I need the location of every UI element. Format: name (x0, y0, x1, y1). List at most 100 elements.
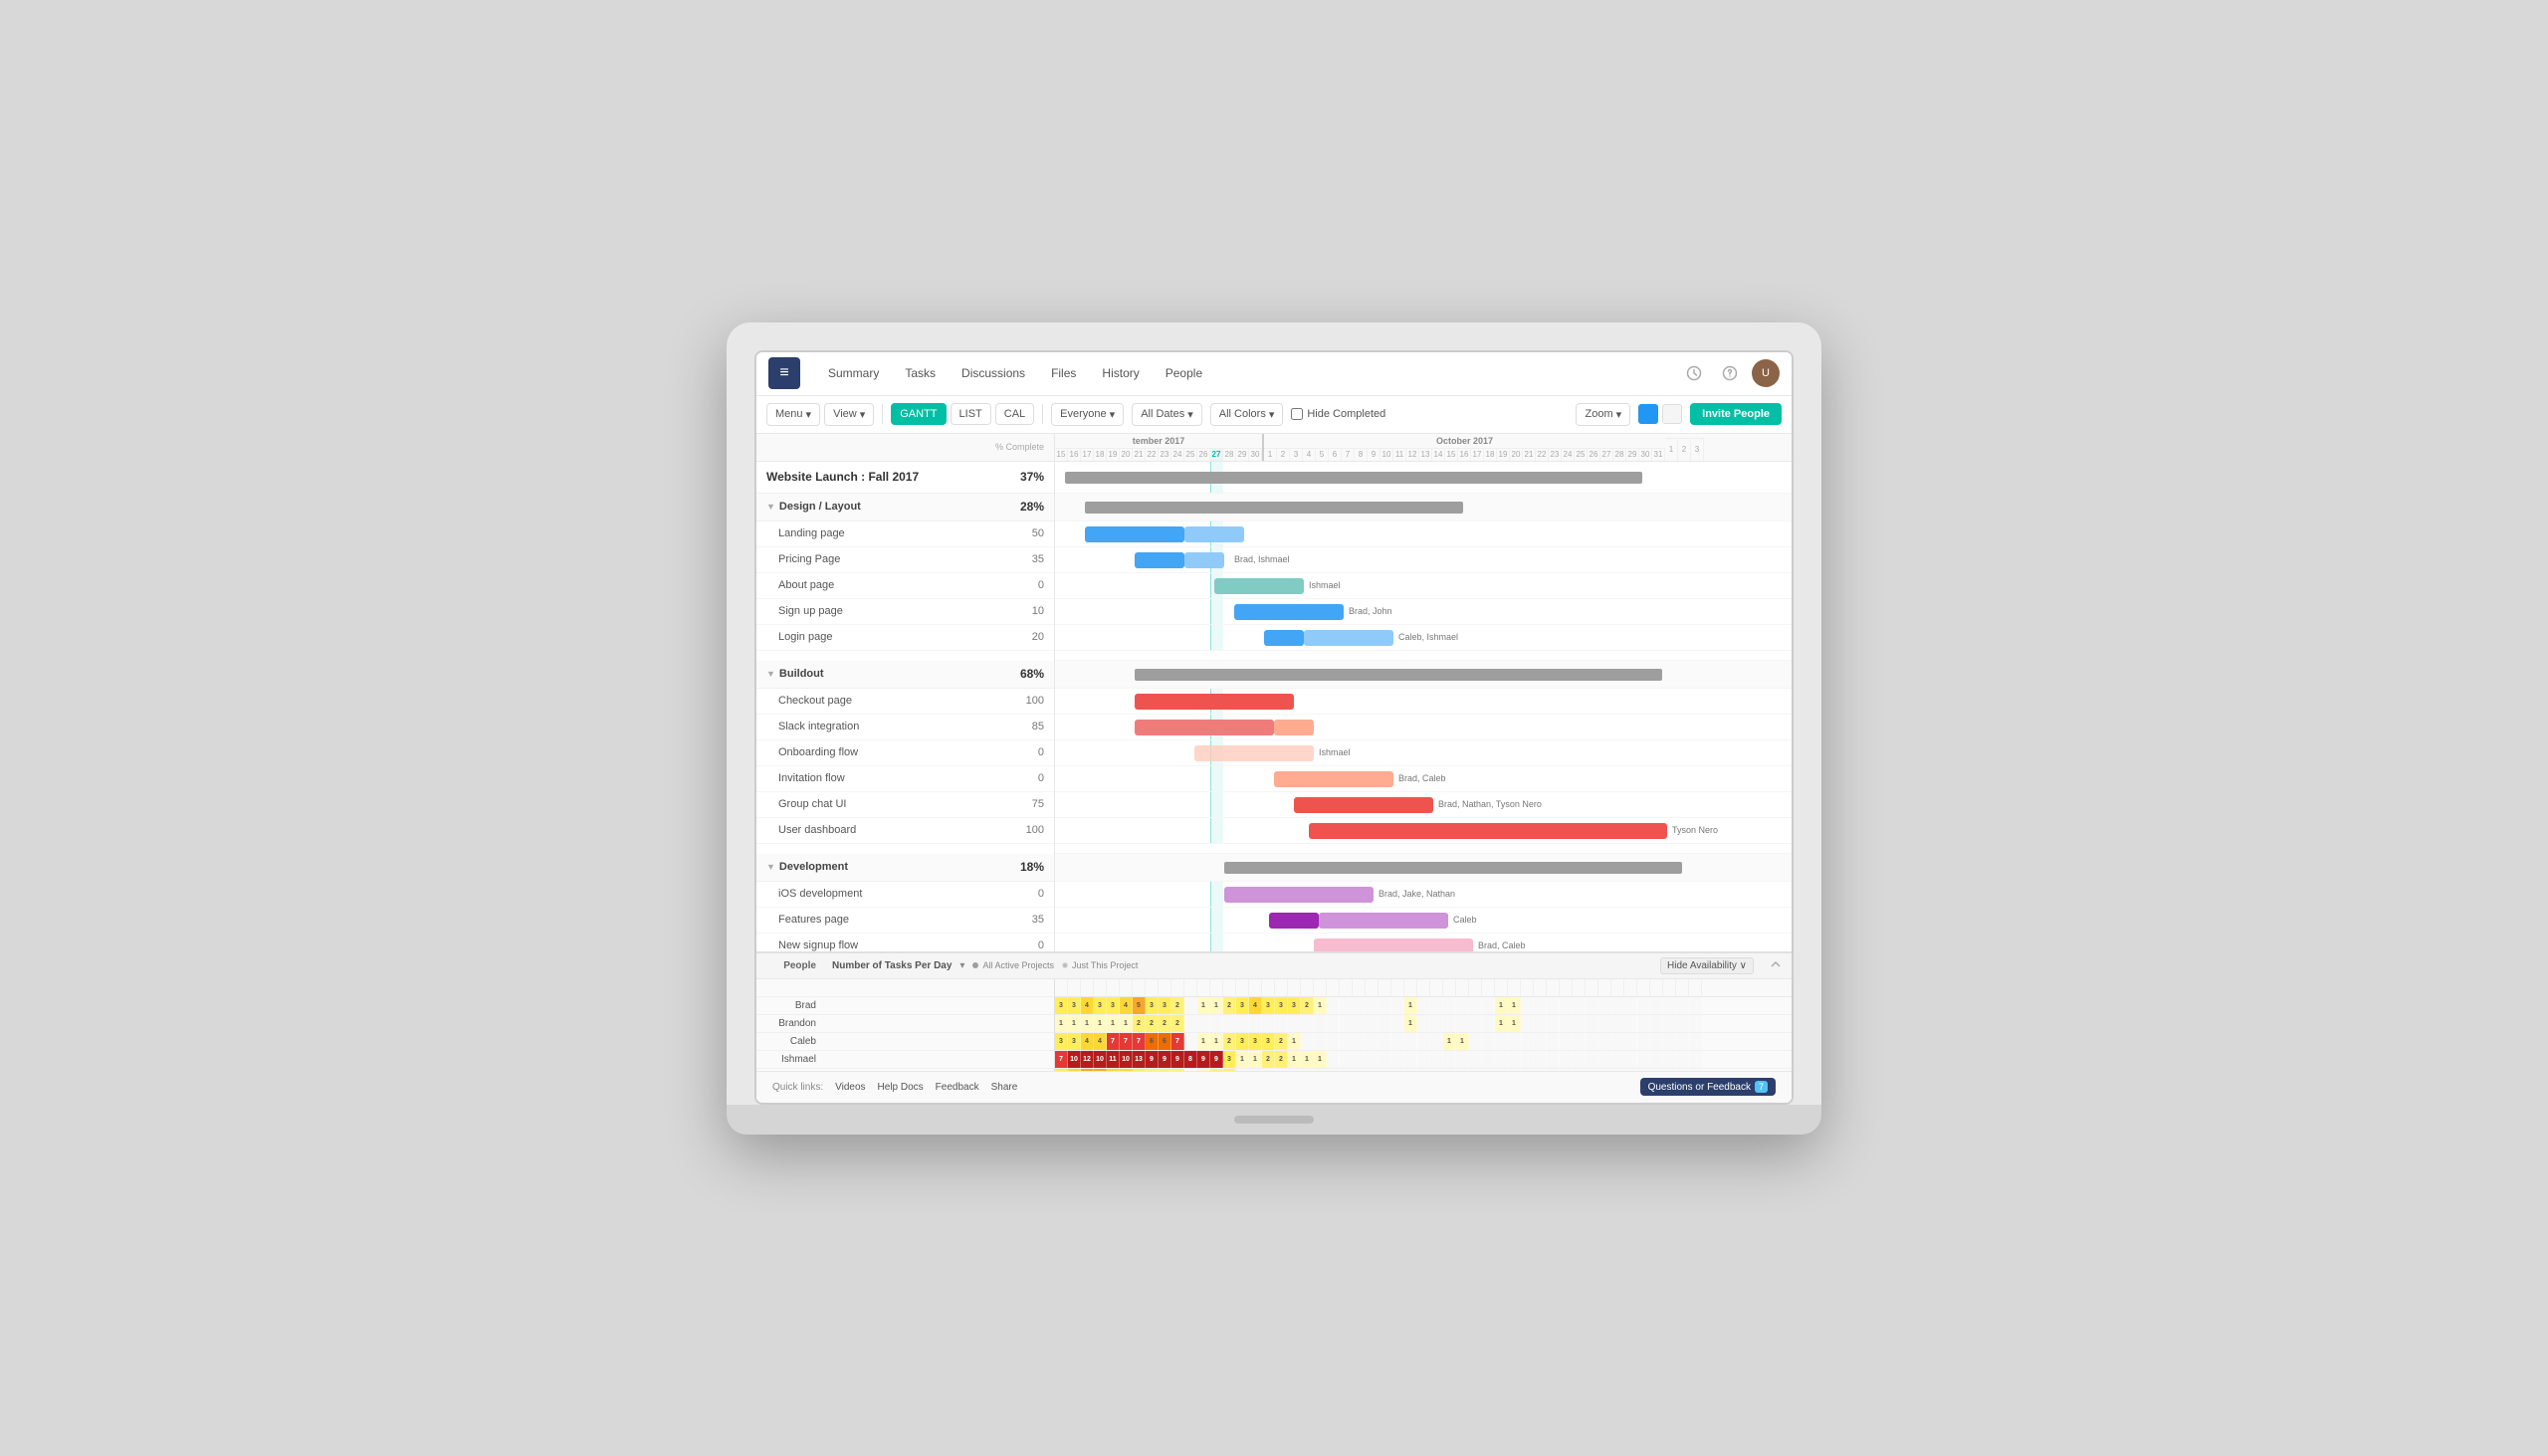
pricing-bar[interactable] (1135, 552, 1184, 568)
login-bar-remaining[interactable] (1304, 630, 1393, 646)
user-avatar[interactable]: U (1752, 359, 1780, 387)
ios-bar[interactable] (1224, 887, 1374, 903)
hide-availability-button[interactable]: Hide Availability ∨ (1660, 957, 1754, 974)
feedback-count: 7 (1755, 1081, 1768, 1093)
oct-day-labels: 1 2 3 4 5 6 7 8 9 10 11 (1264, 449, 1665, 461)
availability-content: Brad Brandon Caleb Ishmael Jake (756, 979, 1792, 1071)
collapse-icon: ▼ (766, 502, 775, 512)
chevron-down-icon: ▾ (1616, 408, 1622, 421)
everyone-filter[interactable]: Everyone ▾ (1051, 403, 1124, 426)
gantt-view-button[interactable]: GANTT (891, 403, 946, 425)
footer-helpdocs-link[interactable]: Help Docs (878, 1082, 924, 1093)
features-assignees: Caleb (1453, 915, 1477, 925)
section-buildout[interactable]: ▼ Buildout 68% (756, 661, 1054, 689)
tab-tasks[interactable]: Tasks (893, 360, 948, 386)
task-row[interactable]: New signup flow 0 (756, 934, 1054, 951)
features-bar-filled[interactable] (1269, 913, 1319, 929)
invitation-bar[interactable] (1274, 771, 1393, 787)
gantt-list-header: % Complete (756, 434, 1054, 462)
project-title: Website Launch : Fall 2017 (766, 470, 1008, 484)
question-icon[interactable] (1716, 359, 1744, 387)
task-row[interactable]: Pricing Page 35 (756, 547, 1054, 573)
clock-icon[interactable] (1680, 359, 1708, 387)
task-row[interactable]: Slack integration 85 (756, 715, 1054, 740)
app-logo[interactable]: ≡ (768, 357, 800, 389)
login-bar-filled[interactable] (1264, 630, 1304, 646)
slack-bar[interactable] (1135, 720, 1274, 735)
section-pct: 18% (1008, 860, 1044, 874)
groupchat-bar[interactable] (1294, 797, 1433, 813)
tab-history[interactable]: History (1090, 360, 1151, 386)
task-row[interactable]: Sign up page 10 (756, 599, 1054, 625)
invitation-assignees: Brad, Caleb (1398, 773, 1446, 783)
footer-feedback-link[interactable]: Feedback (936, 1082, 979, 1093)
task-row[interactable]: Login page 20 (756, 625, 1054, 651)
onboarding-assignees: Ishmael (1319, 747, 1351, 757)
avail-scroll-up[interactable] (1770, 958, 1782, 973)
section-development[interactable]: ▼ Development 18% (756, 854, 1054, 882)
section-name: Buildout (779, 668, 1008, 680)
task-row[interactable]: iOS development 0 (756, 882, 1054, 908)
task-row[interactable]: User dashboard 100 (756, 818, 1054, 844)
project-title-row: Website Launch : Fall 2017 37% (756, 462, 1054, 494)
cal-view-button[interactable]: CAL (995, 403, 1034, 425)
pricing-bar-remaining[interactable] (1184, 552, 1224, 568)
questions-feedback-button[interactable]: Questions or Feedback 7 (1640, 1078, 1776, 1096)
dashboard-bar[interactable] (1309, 823, 1667, 839)
footer-share-link[interactable]: Share (991, 1082, 1018, 1093)
about-page-gantt-row: Ishmael (1055, 573, 1792, 599)
signup-bar[interactable] (1234, 604, 1344, 620)
section-buildout-gantt-row (1055, 661, 1792, 689)
features-bar-remaining[interactable] (1319, 913, 1448, 929)
blue-color-toggle[interactable] (1638, 404, 1658, 424)
section-dev-gantt-row (1055, 854, 1792, 882)
footer-videos-link[interactable]: Videos (835, 1082, 865, 1093)
newsignup-bar[interactable] (1314, 938, 1473, 951)
tab-people[interactable]: People (1154, 360, 1214, 386)
availability-grid: 3343345332112343332111111111122221113344… (1055, 979, 1792, 1071)
slack-bar-end[interactable] (1274, 720, 1314, 735)
white-color-toggle[interactable] (1662, 404, 1682, 424)
avail-grid-area: 3343345332112343332111111111122221113344… (1055, 979, 1792, 1071)
checkout-bar[interactable] (1135, 694, 1294, 710)
login-page-gantt-row: Caleb, Ishmael (1055, 625, 1792, 651)
hide-completed-toggle[interactable]: Hide Completed (1291, 408, 1385, 420)
dashboard-gantt-row: Tyson Nero (1055, 818, 1792, 844)
task-row[interactable]: Invitation flow 0 (756, 766, 1054, 792)
zoom-button[interactable]: Zoom ▾ (1576, 403, 1630, 426)
task-row[interactable]: Checkout page 100 (756, 689, 1054, 715)
tab-summary[interactable]: Summary (816, 360, 891, 386)
all-colors-filter[interactable]: All Colors ▾ (1210, 403, 1284, 426)
tab-discussions[interactable]: Discussions (950, 360, 1037, 386)
landing-page-bar[interactable] (1085, 526, 1184, 542)
checkout-gantt-row (1055, 689, 1792, 715)
gap (1055, 651, 1792, 661)
section-design-layout[interactable]: ▼ Design / Layout 28% (756, 494, 1054, 521)
newsignup-gantt-row: Brad, Caleb (1055, 934, 1792, 951)
view-button[interactable]: View ▾ (824, 403, 874, 426)
task-row[interactable]: About page 0 (756, 573, 1054, 599)
gap (1055, 844, 1792, 854)
tab-files[interactable]: Files (1039, 360, 1088, 386)
avail-row-ishmael: 710121011101399989931122111 (1055, 1051, 1792, 1069)
task-row[interactable]: Features page 35 (756, 908, 1054, 934)
list-view-button[interactable]: LIST (951, 403, 991, 425)
onboarding-bar[interactable] (1194, 745, 1314, 761)
chevron-down-icon: ▾ (1187, 408, 1193, 421)
task-row[interactable]: Onboarding flow 0 (756, 740, 1054, 766)
project-summary-bar (1065, 472, 1642, 484)
section-gap (756, 651, 1054, 661)
sept-day-labels: 15 16 17 18 19 20 21 22 23 24 25 (1055, 449, 1262, 461)
section-gap (756, 844, 1054, 854)
menu-button[interactable]: Menu ▾ (766, 403, 820, 426)
avail-ishmael-row: Ishmael (756, 1051, 1054, 1069)
landing-page-bar-remaining[interactable] (1184, 526, 1244, 542)
task-row[interactable]: Group chat UI 75 (756, 792, 1054, 818)
about-bar[interactable] (1214, 578, 1304, 594)
top-navigation: ≡ Summary Tasks Discussions Files Histor… (756, 352, 1792, 396)
availability-header: People Number of Tasks Per Day ▾ All Act… (756, 953, 1792, 979)
task-row[interactable]: Landing page 50 (756, 521, 1054, 547)
invite-people-button[interactable]: Invite People (1690, 403, 1782, 425)
all-dates-filter[interactable]: All Dates ▾ (1132, 403, 1202, 426)
pricing-assignees: Brad, Ishmael (1234, 554, 1290, 564)
